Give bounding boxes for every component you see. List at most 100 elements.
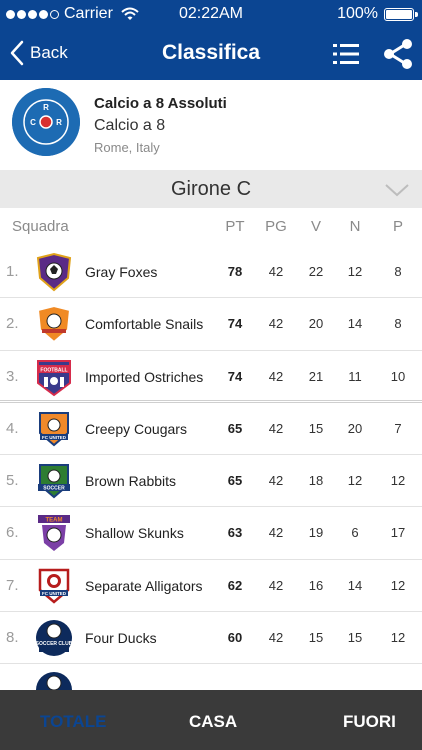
cell-n: 20 — [347, 420, 363, 436]
list-icon[interactable] — [332, 40, 360, 68]
cell-pt: 65 — [227, 420, 243, 436]
table-row[interactable]: 2. Comfortable Snails 74 42 20 14 8 — [0, 298, 422, 351]
cell-pg: 42 — [268, 525, 284, 541]
cell-n: 15 — [347, 630, 363, 646]
cell-pt: 65 — [227, 473, 243, 489]
team-badge-icon: FC UNITED — [38, 568, 70, 604]
table-row[interactable]: 5. SOCCER Brown Rabbits 65 42 18 12 12 — [0, 455, 422, 508]
cell-p: 12 — [390, 577, 406, 593]
cell-n: 11 — [348, 368, 362, 384]
cell-p: 8 — [394, 264, 402, 279]
cell-v: 22 — [308, 264, 324, 279]
cell-pg: 42 — [268, 316, 284, 332]
header-squadra: Squadra — [12, 218, 69, 235]
row-rank: 7. — [6, 576, 19, 594]
cell-pg: 42 — [268, 473, 284, 489]
team-badge-icon — [36, 305, 72, 344]
cell-p: 8 — [394, 316, 402, 332]
svg-text:R: R — [56, 118, 62, 127]
cell-p: 17 — [390, 525, 406, 541]
svg-text:R: R — [43, 103, 49, 112]
header-pt: PT — [225, 218, 245, 235]
svg-text:TEAM: TEAM — [46, 518, 63, 524]
team-name: Separate Alligators — [85, 577, 203, 594]
svg-text:SOCCER: SOCCER — [43, 486, 65, 492]
cell-v: 19 — [308, 525, 324, 541]
chevron-down-icon[interactable] — [384, 182, 410, 198]
cell-v: 21 — [308, 368, 324, 384]
cell-pg: 42 — [268, 577, 284, 593]
row-rank: 5. — [6, 472, 19, 490]
cell-n: 12 — [347, 264, 363, 279]
league-logo: R C R — [12, 88, 80, 156]
svg-text:FC UNITED: FC UNITED — [42, 591, 67, 596]
cell-v: 15 — [308, 420, 324, 436]
share-icon[interactable] — [382, 38, 414, 70]
team-badge-icon — [36, 252, 72, 292]
header-p: P — [392, 218, 403, 235]
cell-n: 14 — [347, 316, 363, 332]
tab-casa[interactable]: CASA — [189, 712, 237, 732]
cell-p: 12 — [390, 473, 406, 489]
svg-text:FC UNITED: FC UNITED — [42, 435, 67, 440]
cell-v: 20 — [308, 316, 324, 332]
team-badge-icon: FC UNITED — [39, 411, 69, 447]
nav-bar: Back Classifica — [0, 28, 422, 80]
cell-pg: 42 — [268, 420, 284, 436]
team-name: Four Ducks — [85, 630, 157, 647]
cell-n: 6 — [351, 525, 359, 541]
cell-pt: 78 — [227, 264, 243, 279]
battery-percent: 100% — [337, 5, 378, 22]
cell-p: 10 — [390, 368, 406, 384]
league-location: Rome, Italy — [94, 140, 160, 155]
table-row[interactable]: 7. FC UNITED Separate Alligators 62 42 1… — [0, 560, 422, 613]
cell-pt: 60 — [227, 630, 243, 646]
svg-text:FOOTBALL: FOOTBALL — [40, 367, 67, 373]
league-header: R C R Calcio a 8 Assoluti Calcio a 8 Rom… — [0, 80, 422, 170]
tab-totale[interactable]: TOTALE — [40, 712, 106, 732]
header-pg: PG — [265, 218, 287, 235]
cell-pt: 74 — [227, 316, 243, 332]
row-rank: 8. — [6, 629, 19, 647]
svg-text:SOCCER CLUB: SOCCER CLUB — [36, 641, 73, 647]
header-n: N — [349, 218, 361, 235]
battery-icon — [384, 7, 418, 21]
cell-pg: 42 — [268, 630, 284, 646]
tab-fuori[interactable]: FUORI — [343, 712, 396, 732]
cell-p: 7 — [394, 420, 402, 436]
team-badge-icon: TEAM — [38, 515, 70, 552]
table-row[interactable]: 8. SOCCER CLUB Four Ducks 60 42 15 15 12 — [0, 612, 422, 665]
table-row[interactable]: 6. TEAM Shallow Skunks 63 42 19 6 17 — [0, 507, 422, 560]
table-row[interactable]: 1. Gray Foxes 78 42 22 12 8 — [0, 246, 422, 299]
cell-v: 18 — [308, 473, 324, 489]
team-name: Creepy Cougars — [85, 420, 187, 437]
table-row[interactable]: 4. FC UNITED Creepy Cougars 65 42 15 20 … — [0, 403, 422, 456]
team-badge-icon: FOOTBALL — [37, 359, 71, 396]
cell-pt: 74 — [227, 368, 243, 384]
team-name: Gray Foxes — [85, 264, 158, 280]
cell-pg: 42 — [268, 368, 284, 384]
cell-pt: 63 — [227, 525, 243, 541]
table-header: Squadra PT PG V N P — [0, 208, 422, 246]
cell-p: 12 — [390, 630, 406, 646]
status-bar: Carrier 02:22AM 100% — [0, 0, 422, 28]
league-category: Calcio a 8 — [94, 117, 166, 134]
header-v: V — [310, 218, 321, 235]
league-name: Calcio a 8 Assoluti — [94, 95, 227, 112]
standings-table: 1. Gray Foxes 78 42 22 12 8 2. Comfortab… — [0, 246, 422, 717]
row-rank: 4. — [6, 419, 19, 437]
cell-n: 14 — [347, 577, 363, 593]
cell-pt: 62 — [227, 577, 243, 593]
svg-text:C: C — [30, 118, 36, 127]
row-rank: 6. — [6, 524, 19, 542]
team-name: Brown Rabbits — [85, 473, 177, 490]
cell-pg: 42 — [268, 264, 284, 279]
team-name: Comfortable Snails — [85, 316, 204, 333]
row-rank: 3. — [6, 367, 19, 385]
cell-v: 15 — [308, 630, 324, 646]
cell-n: 12 — [347, 473, 363, 489]
team-name: Imported Ostriches — [85, 368, 204, 385]
team-name: Shallow Skunks — [85, 525, 184, 542]
table-row[interactable]: 3. FOOTBALL Imported Ostriches 74 42 21 … — [0, 351, 422, 403]
group-selector[interactable]: Girone C — [0, 170, 422, 208]
